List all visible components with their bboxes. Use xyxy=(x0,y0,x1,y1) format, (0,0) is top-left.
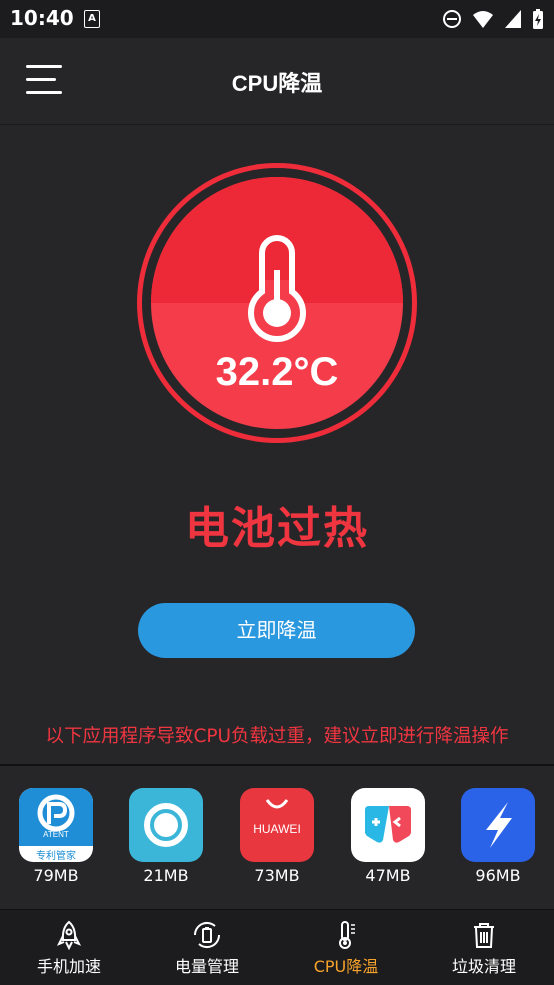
battery-charging-icon xyxy=(533,9,543,29)
status-time: 10:40 xyxy=(10,6,74,30)
app-icon-caption: ATENT xyxy=(43,830,69,839)
do-not-disturb-icon xyxy=(443,10,461,28)
trash-icon xyxy=(474,923,494,948)
tab-junk-cleanup[interactable]: 垃圾清理 xyxy=(415,910,553,985)
battery-status: 电池过热 xyxy=(185,503,369,554)
app-header: CPU降温 xyxy=(0,38,554,125)
app-size: 21MB xyxy=(143,866,189,885)
status-icons xyxy=(442,8,544,30)
tab-phone-boost[interactable]: 手机加速 xyxy=(0,910,138,985)
app-icon-caption: HUAWEI xyxy=(253,822,301,836)
tab-label: 垃圾清理 xyxy=(451,957,516,976)
app-size: 96MB xyxy=(475,866,521,885)
game-center-icon xyxy=(351,788,425,862)
temperature-value: 32.2°C xyxy=(215,350,339,394)
notification-icon: A xyxy=(84,10,100,28)
app-item[interactable]: 96MB xyxy=(461,788,535,885)
circle-app-icon xyxy=(129,788,203,862)
battery-cycle-icon xyxy=(193,921,221,949)
cool-down-button[interactable]: 立即降温 xyxy=(138,603,415,658)
divider xyxy=(0,764,554,766)
tab-label: 电量管理 xyxy=(174,957,239,976)
thermometer-icon xyxy=(339,921,355,949)
cellular-signal-icon xyxy=(505,10,521,28)
app-item[interactable]: HUAWEI 73MB xyxy=(240,788,314,885)
app-size: 73MB xyxy=(254,866,300,885)
lightning-app-icon xyxy=(461,788,535,862)
app-size: 79MB xyxy=(33,866,79,885)
tab-power-management[interactable]: 电量管理 xyxy=(138,910,276,985)
app-item[interactable]: 47MB xyxy=(351,788,425,885)
page-title: CPU降温 xyxy=(231,71,323,96)
bottom-nav: 手机加速 电量管理 CPU降温 垃圾清理 xyxy=(0,909,554,985)
warning-message: 以下应用程序导致CPU负载过重，建议立即进行降温操作 xyxy=(45,726,509,747)
app-item[interactable]: ATENT 专利管家 79MB xyxy=(19,788,93,885)
rocket-icon xyxy=(56,920,82,950)
app-size: 47MB xyxy=(365,866,411,885)
tab-cpu-cooling[interactable]: CPU降温 xyxy=(277,910,415,985)
temperature-gauge xyxy=(137,163,417,443)
wifi-icon xyxy=(473,11,493,28)
app-icon-subcaption: 专利管家 xyxy=(36,851,76,862)
patent-manager-icon: ATENT 专利管家 xyxy=(19,788,93,862)
tab-label: 手机加速 xyxy=(36,957,101,976)
app-item[interactable]: 21MB xyxy=(129,788,203,885)
status-bar: 10:40 A xyxy=(0,0,554,38)
tab-label: CPU降温 xyxy=(313,957,379,976)
app-list: ATENT 专利管家 79MB 21MB HUAWEI 73MB 47MB 96… xyxy=(0,788,554,898)
huawei-appgallery-icon: HUAWEI xyxy=(240,788,314,862)
